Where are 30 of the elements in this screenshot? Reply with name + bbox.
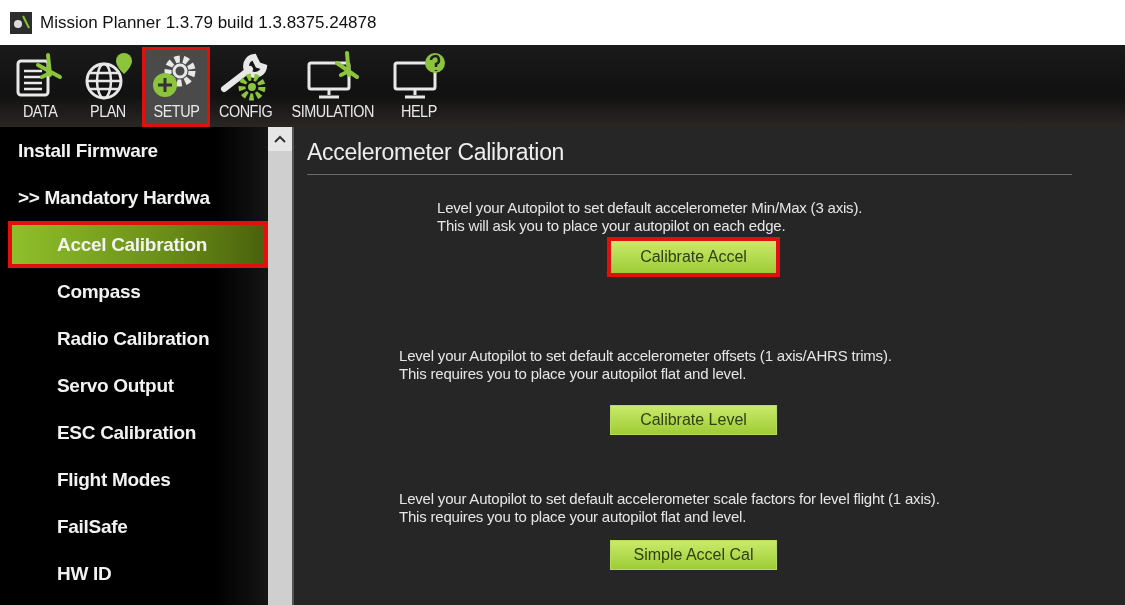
instruction-text: Level your Autopilot to set default accelerometer Min/Max (3 axis). <box>437 199 864 217</box>
instruction-text: Level your Autopilot to set default accelerometer offsets (1 axis/AHRS trims). <box>399 347 893 365</box>
instruction-text: This requires you to place your autopilot flat and level. <box>399 508 748 526</box>
sidebar-item[interactable]: ESC Calibration <box>0 409 268 456</box>
sidebar-item[interactable]: Install Firmware <box>0 127 268 174</box>
monitor-plane-icon <box>305 51 361 101</box>
toolbar-tab[interactable]: SIMULATION <box>281 47 385 127</box>
scrollbar[interactable] <box>268 127 294 605</box>
toolbar-tab[interactable]: PLAN <box>74 47 142 127</box>
toolbar-tab[interactable]: SETUP <box>142 47 210 127</box>
sidebar-item[interactable]: >> Mandatory Hardwa <box>0 174 268 221</box>
calibrate-button[interactable]: Calibrate Level <box>610 405 777 435</box>
toolbar-tab[interactable]: CONFIG <box>210 47 282 127</box>
app-logo-icon <box>10 11 32 34</box>
scroll-up-icon[interactable] <box>274 135 286 143</box>
sidebar-item[interactable]: Radio Calibration <box>0 315 268 362</box>
instruction-text: Level your Autopilot to set default accelerometer scale factors for level flight (1 axis). <box>399 490 941 508</box>
window-title: Mission Planner 1.3.79 build 1.3.8375.24878 <box>40 12 377 33</box>
sidebar-item[interactable]: Flight Modes <box>0 456 268 503</box>
sidebar-item[interactable]: Compass <box>0 268 268 315</box>
sidebar-item[interactable]: FailSafe <box>0 503 268 550</box>
toolbar-tab[interactable]: DATA <box>6 47 74 127</box>
calibrate-button[interactable]: Simple Accel Cal <box>610 540 777 570</box>
page-heading: Accelerometer Calibration <box>307 139 1072 175</box>
instruction-text: This will ask you to place your autopilot on each edge. <box>437 217 787 235</box>
sidebar-item[interactable]: HW ID <box>0 550 268 597</box>
toolbar-tab[interactable]: HELP <box>384 47 453 127</box>
calibrate-button[interactable]: Calibrate Accel <box>607 237 780 277</box>
instruction-text: This requires you to place your autopilot flat and level. <box>399 365 748 383</box>
sidebar-item[interactable]: Servo Output <box>0 362 268 409</box>
